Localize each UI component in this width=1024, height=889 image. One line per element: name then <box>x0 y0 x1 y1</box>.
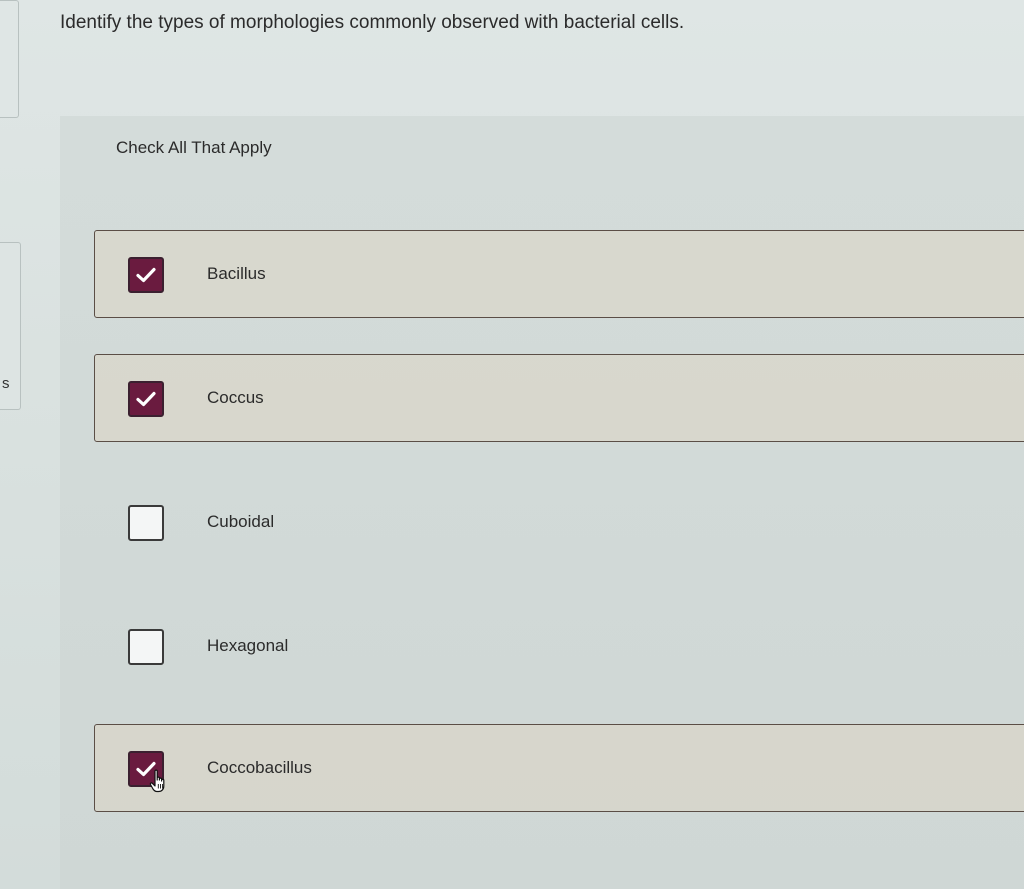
option-bacillus[interactable]: Bacillus <box>94 230 1024 318</box>
checkbox-hexagonal[interactable] <box>128 629 164 665</box>
option-label: Cuboidal <box>207 512 275 531</box>
check-icon <box>136 267 156 283</box>
question-text: Identify the types of morphologies commo… <box>60 12 685 33</box>
checkbox-coccus[interactable] <box>128 381 164 417</box>
option-label: Coccobacillus <box>207 758 312 777</box>
option-label: Hexagonal <box>207 636 289 655</box>
option-cuboidal[interactable]: Cuboidal <box>94 478 1024 566</box>
side-tab-letter: s <box>2 375 10 392</box>
check-icon <box>136 391 156 407</box>
option-label: Bacillus <box>207 264 266 283</box>
side-tab-top[interactable] <box>0 0 19 118</box>
option-coccobacillus[interactable]: Coccobacillus <box>94 724 1024 812</box>
option-label: Coccus <box>207 388 264 407</box>
left-side-rail: s <box>0 0 21 889</box>
hand-pointer-icon <box>149 769 165 793</box>
checkbox-cuboidal[interactable] <box>128 505 164 541</box>
instruction-text: Check All That Apply <box>116 138 272 157</box>
answer-panel: Check All That Apply Bacillus Coccus Cub… <box>60 116 1024 889</box>
option-hexagonal[interactable]: Hexagonal <box>94 602 1024 690</box>
option-coccus[interactable]: Coccus <box>94 354 1024 442</box>
checkbox-bacillus[interactable] <box>128 257 164 293</box>
